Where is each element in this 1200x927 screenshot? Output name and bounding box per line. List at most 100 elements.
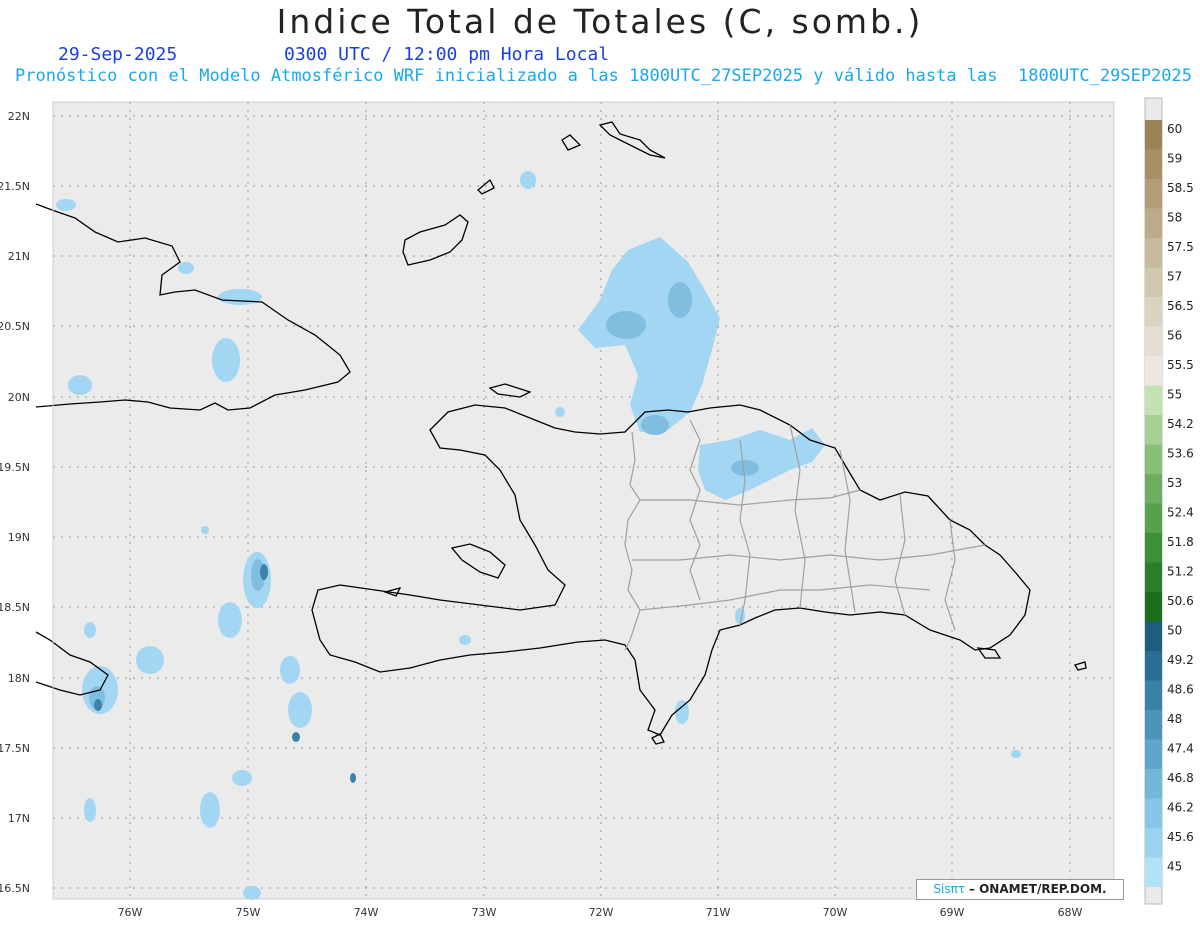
colorbar-swatch (1145, 680, 1162, 710)
map-title: Indice Total de Totales (C, somb.) (276, 2, 924, 41)
shade-west-7 (200, 792, 220, 828)
shade-gonave (459, 635, 471, 645)
colorbar-label: 51.8 (1167, 535, 1194, 549)
colorbar-swatch (1145, 710, 1162, 740)
colorbar-label: 53 (1167, 476, 1182, 490)
colorbar-label: 45.6 (1167, 830, 1194, 844)
lon-label: 73W (472, 906, 497, 919)
shade-dot-4 (56, 199, 76, 211)
colorbar-swatch (1145, 474, 1162, 504)
lat-label: 20.5N (0, 320, 30, 333)
shade-mid-2 (668, 282, 692, 318)
lat-label: 20N (8, 391, 30, 404)
colorbar-swatch (1145, 120, 1162, 150)
colorbar-swatch (1145, 592, 1162, 622)
sispt-logo: Sisπτ (933, 882, 966, 896)
credit-box: Sisπτ – ONAMET/REP.DOM. (916, 879, 1124, 900)
lat-label: 19N (8, 531, 30, 544)
colorbar-swatch (1145, 208, 1162, 238)
colorbar-swatch (1145, 769, 1162, 799)
colorbar-swatch (1145, 179, 1162, 209)
shade-mid-4 (731, 460, 759, 476)
shade-west-8 (232, 770, 252, 786)
shade-west-4 (136, 646, 164, 674)
colorbar-label: 52.4 (1167, 506, 1194, 520)
forecast-time: 0300 UTC / 12:00 pm Hora Local (284, 44, 610, 65)
latitude-labels: 22N 21.5N 21N 20.5N 20N 19.5N 19N 18.5N 18N 17.5N… (0, 110, 30, 895)
colorbar-swatch (1145, 621, 1162, 651)
lon-label: 75W (236, 906, 261, 919)
colorbar-swatch (1145, 267, 1162, 297)
colorbar-label: 55.5 (1167, 358, 1194, 372)
lat-label: 17N (8, 812, 30, 825)
lat-label: 21N (8, 250, 30, 263)
lon-label: 69W (940, 906, 965, 919)
shade-north-2 (555, 407, 565, 417)
lat-label: 18.5N (0, 601, 30, 614)
lon-label: 70W (823, 906, 848, 919)
colorbar-swatch (1145, 562, 1162, 592)
shade-west-5 (280, 656, 300, 684)
longitude-labels: 76W 75W 74W 73W 72W 71W 70W 69W 68W (118, 906, 1083, 919)
colorbar-swatch (1145, 798, 1162, 828)
colorbar-swatch (1145, 415, 1162, 445)
colorbar-label: 56 (1167, 329, 1182, 343)
colorbar-label: 57 (1167, 270, 1182, 284)
colorbar-label: 56.5 (1167, 299, 1194, 313)
colorbar-swatch (1145, 356, 1162, 386)
colorbar-label: 48 (1167, 712, 1182, 726)
shade-dark-3 (350, 773, 356, 783)
colorbar-label: 50.6 (1167, 594, 1194, 608)
lon-label: 74W (354, 906, 379, 919)
lat-label: 22N (8, 110, 30, 123)
lon-label: 71W (706, 906, 731, 919)
lat-label: 19.5N (0, 461, 30, 474)
map-background (53, 102, 1114, 899)
colorbar-label: 53.6 (1167, 447, 1194, 461)
colorbar-swatch (1145, 857, 1162, 887)
forecast-date: 29-Sep-2025 (58, 44, 178, 65)
colorbar-label: 46.8 (1167, 771, 1194, 785)
shade-dot-1 (178, 262, 194, 274)
shade-dot-2 (201, 526, 209, 534)
colorbar: 60 59 58.5 58 57.5 57 56.5 56 55.5 55 54.2 53.6 53 52… (1144, 97, 1194, 905)
forecast-description: Pronóstico con el Modelo Atmosférico WRF… (14, 66, 1192, 86)
colorbar-swatch (1145, 149, 1162, 179)
lon-label: 76W (118, 906, 143, 919)
colorbar-swatch (1145, 385, 1162, 415)
shade-south-1 (243, 886, 261, 900)
shade-north-1 (520, 171, 536, 189)
shade-se-1 (675, 700, 689, 724)
lat-label: 18N (8, 672, 30, 685)
weather-map: 22N 21.5N 21N 20.5N 20N 19.5N 19N 18.5N 18N 17.5N… (0, 97, 1194, 919)
colorbar-label: 58 (1167, 211, 1182, 225)
shade-cuba-east (218, 289, 262, 305)
colorbar-label: 58.5 (1167, 181, 1194, 195)
lon-label: 72W (589, 906, 614, 919)
lat-label: 16.5N (0, 882, 30, 895)
colorbar-label: 54.2 (1167, 417, 1194, 431)
shade-northwest-1 (212, 338, 240, 382)
shade-dark-4 (292, 732, 300, 742)
colorbar-swatch (1145, 533, 1162, 563)
colorbar-label: 45 (1167, 860, 1182, 874)
shade-south-2 (84, 798, 96, 822)
colorbar-label: 48.6 (1167, 683, 1194, 697)
shade-dot-3 (84, 622, 96, 638)
colorbar-swatch (1145, 739, 1162, 769)
colorbar-label: 60 (1167, 122, 1182, 136)
colorbar-swatch (1145, 444, 1162, 474)
shade-mid-3 (641, 415, 669, 435)
colorbar-label: 47.4 (1167, 742, 1194, 756)
colorbar-swatch (1145, 297, 1162, 327)
shade-mid-1 (606, 311, 646, 339)
colorbar-label: 50 (1167, 624, 1182, 638)
colorbar-label: 57.5 (1167, 240, 1194, 254)
colorbar-label: 46.2 (1167, 801, 1194, 815)
colorbar-swatch (1145, 503, 1162, 533)
shade-dark-1 (260, 564, 268, 580)
shade-far-east (1011, 750, 1021, 758)
colorbar-label: 55 (1167, 388, 1182, 402)
colorbar-label: 49.2 (1167, 653, 1194, 667)
shade-dark-2 (94, 699, 102, 711)
